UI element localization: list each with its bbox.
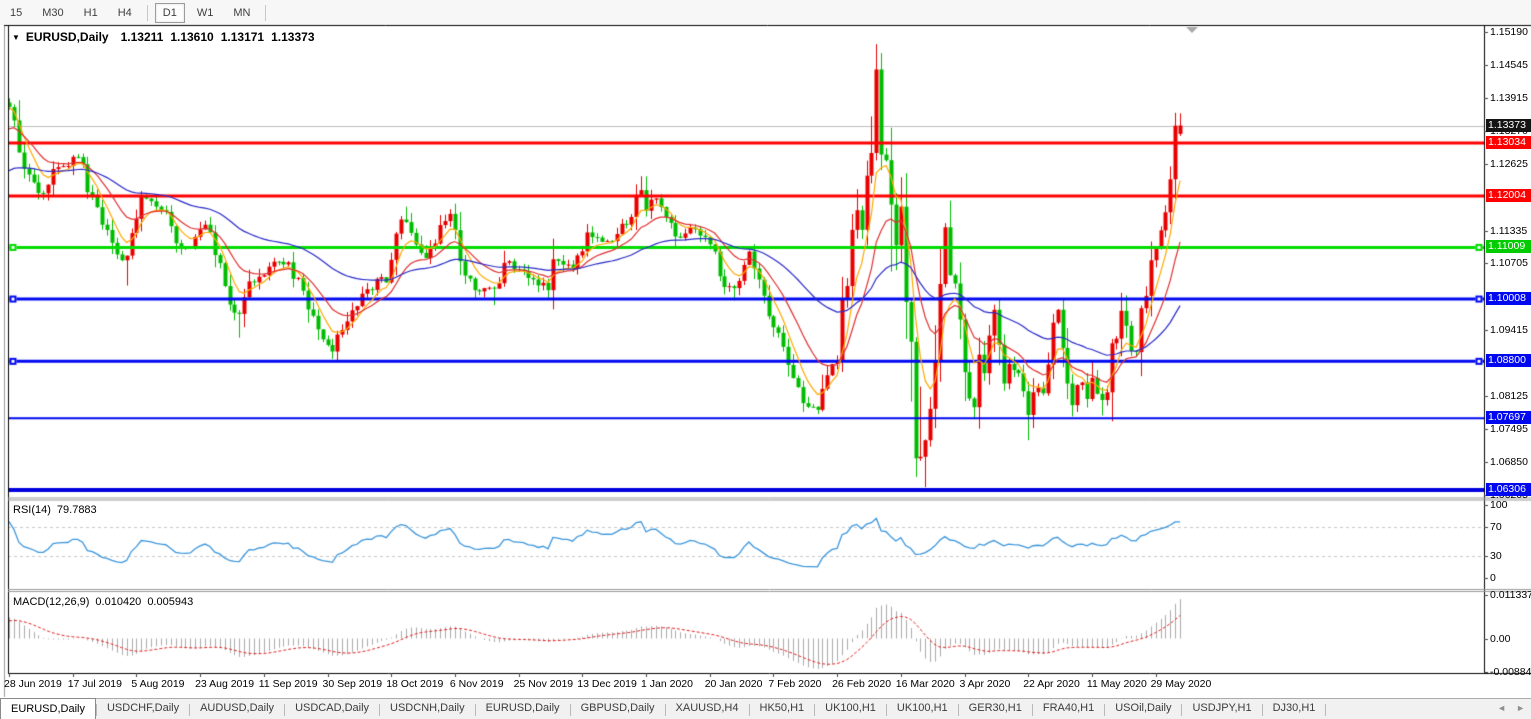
scroll-tabs-right-icon[interactable]: ►: [1516, 703, 1525, 713]
macd-axis-tick: -0.008848: [1490, 666, 1531, 678]
ohlc-close-value: 1.13373: [271, 30, 314, 44]
date-axis-label: 29 May 2020: [1151, 678, 1212, 690]
rsi-axis-tick: 30: [1490, 550, 1502, 562]
macd-signal-value: 0.005943: [147, 596, 193, 608]
price-level-badge: 1.13373: [1486, 119, 1531, 132]
price-axis-tick: 1.06850: [1490, 456, 1528, 468]
date-axis-label: 28 Jun 2019: [4, 678, 62, 690]
chart-tab-eurusd-daily[interactable]: EURUSD,Daily: [476, 699, 570, 719]
price-axis-tick: 1.13915: [1490, 92, 1528, 104]
date-axis-label: 6 Nov 2019: [450, 678, 504, 690]
mt4-chart-window: 15 M30 H1 H4 D1 W1 MN ▼ EURUSD,Daily 1.1…: [0, 0, 1531, 719]
chart-tab-usdcad-daily[interactable]: USDCAD,Daily: [285, 699, 379, 719]
price-level-badge: 1.10008: [1486, 292, 1531, 305]
date-axis-label: 13 Dec 2019: [577, 678, 637, 690]
chart-canvas[interactable]: [0, 0, 1531, 719]
chart-tab-fra40-h1[interactable]: FRA40,H1: [1033, 699, 1104, 719]
price-axis-tick: 1.08125: [1490, 390, 1528, 402]
chart-tab-eurusd-daily[interactable]: EURUSD,Daily: [0, 698, 96, 719]
chart-tab-ger30-h1[interactable]: GER30,H1: [959, 699, 1032, 719]
rsi-value: 79.7883: [57, 504, 97, 516]
date-axis-label: 3 Apr 2020: [960, 678, 1011, 690]
chart-tab-usdcnh-daily[interactable]: USDCNH,Daily: [380, 699, 475, 719]
macd-axis-tick: 0.011337: [1490, 589, 1531, 601]
date-axis-label: 11 May 2020: [1087, 678, 1147, 690]
tab-separator: [1325, 704, 1326, 716]
price-axis-tick: 1.14545: [1490, 59, 1528, 71]
macd-indicator-label: MACD(12,26,9) 0.010420 0.005943: [13, 596, 193, 608]
date-axis-label: 25 Nov 2019: [514, 678, 574, 690]
rsi-indicator-label: RSI(14) 79.7883: [13, 504, 97, 516]
price-level-badge: 1.12004: [1486, 189, 1531, 202]
ohlc-low-value: 1.13171: [221, 30, 264, 44]
price-level-badge: 1.11009: [1486, 240, 1531, 253]
chart-tab-uk100-h1[interactable]: UK100,H1: [815, 699, 886, 719]
chevron-down-icon[interactable]: ▼: [12, 33, 20, 42]
price-axis-tick: 1.10705: [1490, 257, 1528, 269]
date-axis-label: 18 Oct 2019: [386, 678, 443, 690]
rsi-axis-tick: 70: [1490, 521, 1502, 533]
date-axis-label: 22 Apr 2020: [1023, 678, 1080, 690]
date-axis-label: 1 Jan 2020: [641, 678, 693, 690]
chart-tab-usdjpy-h1[interactable]: USDJPY,H1: [1182, 699, 1261, 719]
chart-tab-audusd-daily[interactable]: AUDUSD,Daily: [190, 699, 284, 719]
price-level-badge: 1.13034: [1486, 136, 1531, 149]
rsi-axis-tick: 0: [1490, 572, 1496, 584]
chart-tab-uk100-h1[interactable]: UK100,H1: [887, 699, 958, 719]
rsi-axis-tick: 100: [1490, 499, 1508, 511]
chart-tab-hk50-h1[interactable]: HK50,H1: [750, 699, 815, 719]
price-axis-tick: 1.11335: [1490, 225, 1527, 237]
date-axis-label: 20 Jan 2020: [705, 678, 763, 690]
chart-tab-xauusd-h4[interactable]: XAUUSD,H4: [666, 699, 749, 719]
macd-main-value: 0.010420: [95, 596, 141, 608]
date-axis-label: 30 Sep 2019: [323, 678, 383, 690]
chart-symbol-label: EURUSD,Daily: [26, 30, 109, 44]
price-axis-tick: 1.07495: [1490, 423, 1528, 435]
price-level-badge: 1.08800: [1486, 354, 1531, 367]
price-level-badge: 1.06306: [1486, 483, 1531, 496]
date-axis-label: 16 Mar 2020: [896, 678, 955, 690]
chart-tab-usdchf-daily[interactable]: USDCHF,Daily: [97, 699, 189, 719]
chart-tab-dj30-h1[interactable]: DJ30,H1: [1263, 699, 1326, 719]
price-axis-tick: 1.12625: [1490, 158, 1528, 170]
tab-scroll-nav: ◄ ►: [1497, 703, 1525, 713]
chart-tab-gbpusd-daily[interactable]: GBPUSD,Daily: [571, 699, 665, 719]
date-axis-label: 26 Feb 2020: [832, 678, 891, 690]
chart-title: ▼ EURUSD,Daily 1.13211 1.13610 1.13171 1…: [12, 30, 315, 44]
date-axis-label: 11 Sep 2019: [259, 678, 318, 690]
macd-axis-tick: 0.00: [1490, 633, 1510, 645]
ohlc-high-value: 1.13610: [170, 30, 213, 44]
date-axis-label: 17 Jul 2019: [68, 678, 122, 690]
date-axis-label: 5 Aug 2019: [131, 678, 184, 690]
chart-tab-bar: EURUSD,DailyUSDCHF,DailyAUDUSD,DailyUSDC…: [0, 698, 1531, 719]
price-axis-tick: 1.09415: [1490, 324, 1528, 336]
date-axis-label: 7 Feb 2020: [768, 678, 821, 690]
date-axis-label: 23 Aug 2019: [195, 678, 254, 690]
ohlc-open-value: 1.13211: [121, 30, 164, 44]
rsi-name: RSI(14): [13, 504, 51, 516]
price-level-badge: 1.07697: [1486, 411, 1531, 424]
chart-tab-usoil-daily[interactable]: USOil,Daily: [1105, 699, 1181, 719]
scroll-tabs-left-icon[interactable]: ◄: [1497, 703, 1506, 713]
macd-name: MACD(12,26,9): [13, 596, 89, 608]
price-axis-tick: 1.15190: [1490, 26, 1528, 38]
